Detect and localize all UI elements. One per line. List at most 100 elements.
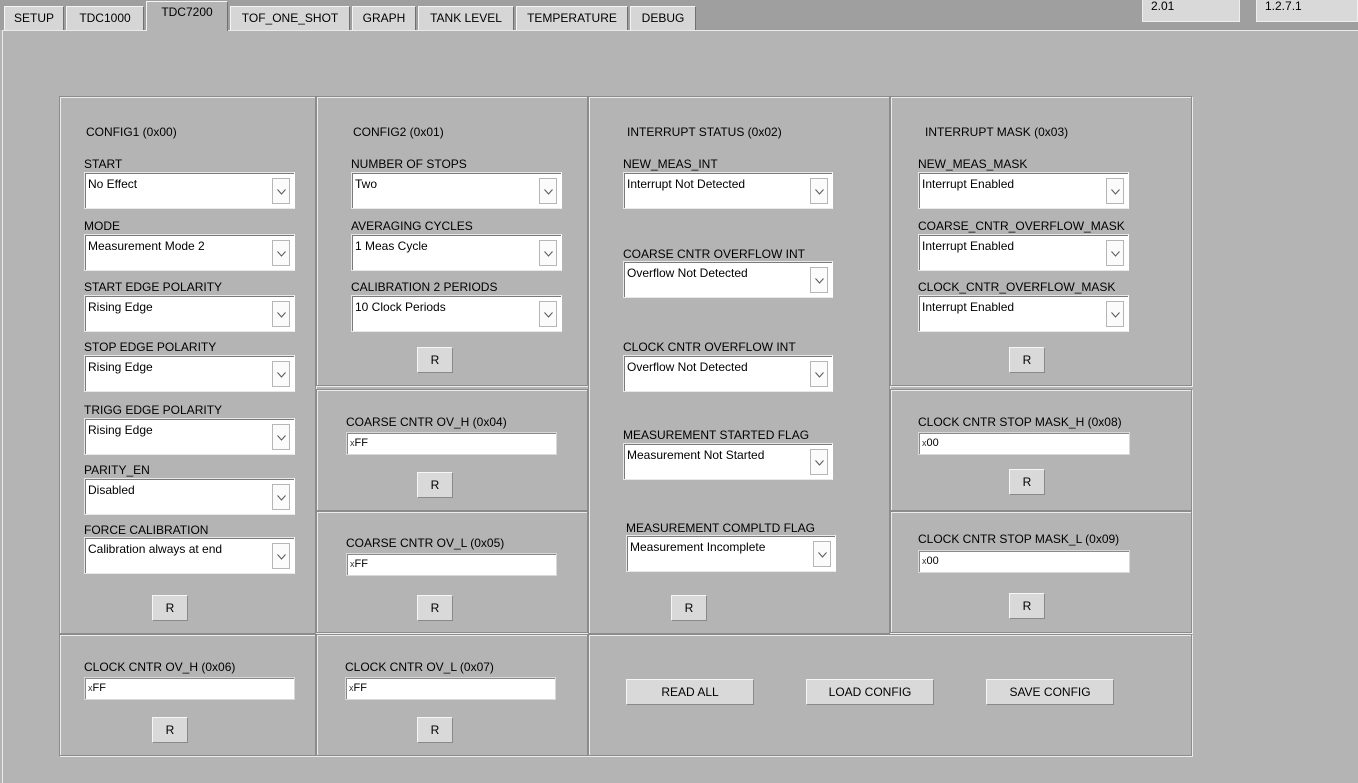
coarse-ov-h-read-button[interactable]: R <box>417 472 453 498</box>
new-meas-int-value: Interrupt Not Detected <box>627 177 746 191</box>
parity-value: Disabled <box>88 483 135 497</box>
trigg-edge-label: TRIGG EDGE POLARITY <box>84 403 223 417</box>
stop-mask-h-input[interactable]: x00 <box>918 432 1130 455</box>
stop-mask-l-input[interactable]: x00 <box>918 550 1130 573</box>
clock-ov-h-input[interactable]: xFF <box>84 677 295 700</box>
stop-mask-h-label: CLOCK CNTR STOP MASK_H (0x08) <box>918 415 1122 429</box>
int-status-title: INTERRUPT STATUS (0x02) <box>627 125 782 139</box>
new-meas-int-select[interactable]: Interrupt Not Detected <box>623 172 833 209</box>
clock-ov-l-label: CLOCK CNTR OV_L (0x07) <box>345 660 494 674</box>
mode-value: Measurement Mode 2 <box>88 239 205 253</box>
new-meas-mask-select[interactable]: Interrupt Enabled <box>918 172 1129 209</box>
tab-tof-one-shot[interactable]: TOF_ONE_SHOT <box>230 6 350 30</box>
stop-mask-h-read-button[interactable]: R <box>1009 469 1045 495</box>
trigg-edge-value: Rising Edge <box>88 423 153 437</box>
clock-mask-label: CLOCK_CNTR_OVERFLOW_MASK <box>918 280 1116 294</box>
tab-tank-level[interactable]: TANK LEVEL <box>418 6 514 30</box>
stop-mask-l-label: CLOCK CNTR STOP MASK_L (0x09) <box>918 532 1120 546</box>
clock-ov-l-read-button[interactable]: R <box>417 717 453 743</box>
start-value: No Effect <box>88 177 138 191</box>
start-label: START <box>84 157 123 171</box>
force-cal-label: FORCE CALIBRATION <box>84 523 209 537</box>
load-config-button[interactable]: LOAD CONFIG <box>806 679 934 705</box>
start-edge-label: START EDGE POLARITY <box>84 280 223 294</box>
tab-temperature[interactable]: TEMPERATURE <box>516 6 628 30</box>
stop-mask-l-read-button[interactable]: R <box>1009 593 1045 619</box>
coarse-mask-select[interactable]: Interrupt Enabled <box>918 234 1129 271</box>
chevron-down-icon[interactable] <box>1106 301 1124 327</box>
int-status-read-button[interactable]: R <box>671 595 707 621</box>
start-select[interactable]: No Effect <box>84 172 295 209</box>
cal2-periods-select[interactable]: 10 Clock Periods <box>351 295 562 332</box>
new-meas-mask-value: Interrupt Enabled <box>922 177 1015 191</box>
tab-tdc1000[interactable]: TDC1000 <box>66 6 144 30</box>
trigg-edge-select[interactable]: Rising Edge <box>84 418 295 455</box>
coarse-ov-l-label: COARSE CNTR OV_L (0x05) <box>346 536 505 550</box>
clock-ov-l-input[interactable]: xFF <box>345 677 556 700</box>
tab-debug[interactable]: DEBUG <box>630 6 696 30</box>
mode-select[interactable]: Measurement Mode 2 <box>84 234 295 271</box>
clock-ov-h-read-button[interactable]: R <box>152 717 188 743</box>
coarse-mask-value: Interrupt Enabled <box>922 239 1015 253</box>
coarse-ov-l-input[interactable]: xFF <box>346 553 557 576</box>
force-cal-select[interactable]: Calibration always at end <box>84 537 295 574</box>
tab-graph[interactable]: GRAPH <box>352 6 416 30</box>
meas-compltd-label: MEASUREMENT COMPLTD FLAG <box>626 521 815 535</box>
chevron-down-icon[interactable] <box>539 301 557 327</box>
clock-ov-l-value: FF <box>353 682 367 694</box>
chevron-down-icon[interactable] <box>272 484 290 510</box>
config1-read-button[interactable]: R <box>152 595 188 621</box>
config2-title: CONFIG2 (0x01) <box>353 125 444 139</box>
chevron-down-icon[interactable] <box>810 449 828 475</box>
chevron-down-icon[interactable] <box>272 301 290 327</box>
num-stops-select[interactable]: Two <box>351 172 562 209</box>
config2-read-button[interactable]: R <box>417 347 453 373</box>
config1-title: CONFIG1 (0x00) <box>86 125 177 139</box>
coarse-ovf-int-value: Overflow Not Detected <box>627 266 748 280</box>
coarse-ov-h-input[interactable]: xFF <box>346 432 557 455</box>
tab-bar: SETUP TDC1000 TDC7200 TOF_ONE_SHOT GRAPH… <box>0 0 1358 31</box>
coarse-ov-l-read-button[interactable]: R <box>417 595 453 621</box>
parity-label: PARITY_EN <box>84 463 150 477</box>
tab-tdc7200[interactable]: TDC7200 <box>146 1 228 31</box>
coarse-ovf-int-select[interactable]: Overflow Not Detected <box>623 261 833 298</box>
coarse-ovf-int-label: COARSE CNTR OVERFLOW INT <box>623 247 806 261</box>
meas-started-select[interactable]: Measurement Not Started <box>623 443 833 480</box>
meas-compltd-select[interactable]: Measurement Incomplete <box>626 535 836 572</box>
chevron-down-icon[interactable] <box>272 543 290 569</box>
chevron-down-icon[interactable] <box>272 424 290 450</box>
num-stops-value: Two <box>355 177 378 191</box>
int-mask-read-button[interactable]: R <box>1009 347 1045 373</box>
coarse-ov-l-value: FF <box>354 558 368 570</box>
read-all-button[interactable]: READ ALL <box>626 679 754 705</box>
tab-setup[interactable]: SETUP <box>4 6 64 30</box>
clock-ov-h-label: CLOCK CNTR OV_H (0x06) <box>84 660 236 674</box>
chevron-down-icon[interactable] <box>810 361 828 387</box>
num-stops-label: NUMBER OF STOPS <box>351 157 467 171</box>
chevron-down-icon[interactable] <box>1106 178 1124 204</box>
chevron-down-icon[interactable] <box>272 361 290 387</box>
clock-ovf-int-select[interactable]: Overflow Not Detected <box>623 355 833 392</box>
chevron-down-icon[interactable] <box>810 178 828 204</box>
chevron-down-icon[interactable] <box>810 267 828 293</box>
avg-cycles-value: 1 Meas Cycle <box>355 239 428 253</box>
cal2-periods-value: 10 Clock Periods <box>355 300 446 314</box>
start-edge-select[interactable]: Rising Edge <box>84 295 295 332</box>
save-config-button[interactable]: SAVE CONFIG <box>986 679 1114 705</box>
new-meas-int-label: NEW_MEAS_INT <box>623 157 718 171</box>
parity-select[interactable]: Disabled <box>84 478 295 515</box>
int-mask-title: INTERRUPT MASK (0x03) <box>925 125 1069 139</box>
chevron-down-icon[interactable] <box>272 178 290 204</box>
start-edge-value: Rising Edge <box>88 300 153 314</box>
stop-edge-select[interactable]: Rising Edge <box>84 355 295 392</box>
clock-mask-select[interactable]: Interrupt Enabled <box>918 295 1129 332</box>
chevron-down-icon[interactable] <box>272 240 290 266</box>
avg-cycles-select[interactable]: 1 Meas Cycle <box>351 234 562 271</box>
avg-cycles-label: AVERAGING CYCLES <box>351 219 473 233</box>
chevron-down-icon[interactable] <box>813 541 831 567</box>
chevron-down-icon[interactable] <box>1106 240 1124 266</box>
cal2-periods-label: CALIBRATION 2 PERIODS <box>351 280 498 294</box>
chevron-down-icon[interactable] <box>539 240 557 266</box>
chevron-down-icon[interactable] <box>539 178 557 204</box>
coarse-ov-h-label: COARSE CNTR OV_H (0x04) <box>346 415 507 429</box>
